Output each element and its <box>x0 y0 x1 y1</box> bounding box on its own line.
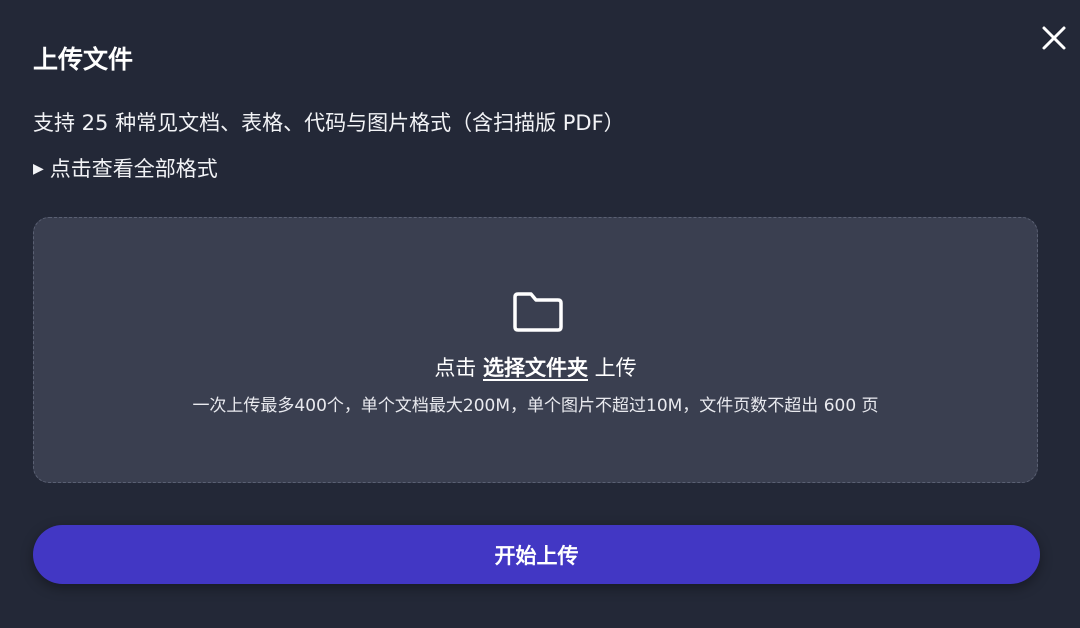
upload-limits-text: 一次上传最多400个，单个文档最大200M，单个图片不超过10M，文件页数不超出… <box>192 396 879 416</box>
supported-formats-text: 支持 25 种常见文档、表格、代码与图片格式（含扫描版 PDF） <box>33 111 625 135</box>
view-all-formats-toggle[interactable]: ▶ 点击查看全部格式 <box>33 153 218 185</box>
dropzone-instruction: 点击 选择文件夹 上传 <box>34 352 1037 384</box>
close-icon <box>1042 26 1066 50</box>
select-folder-link[interactable]: 选择文件夹 <box>483 356 588 380</box>
start-upload-button[interactable]: 开始上传 <box>33 525 1040 584</box>
dropzone-suffix: 上传 <box>588 356 637 380</box>
view-all-formats-label: 点击查看全部格式 <box>49 157 218 181</box>
dialog-title: 上传文件 <box>33 45 134 74</box>
close-button[interactable] <box>1036 20 1072 56</box>
dropzone-prefix: 点击 <box>434 356 483 380</box>
expand-triangle-icon: ▶ <box>33 161 44 177</box>
upload-dropzone[interactable]: 点击 选择文件夹 上传 一次上传最多400个，单个文档最大200M，单个图片不超… <box>33 217 1038 483</box>
upload-dialog: 上传文件 支持 25 种常见文档、表格、代码与图片格式（含扫描版 PDF） ▶ … <box>0 0 1080 628</box>
folder-icon <box>513 292 563 332</box>
